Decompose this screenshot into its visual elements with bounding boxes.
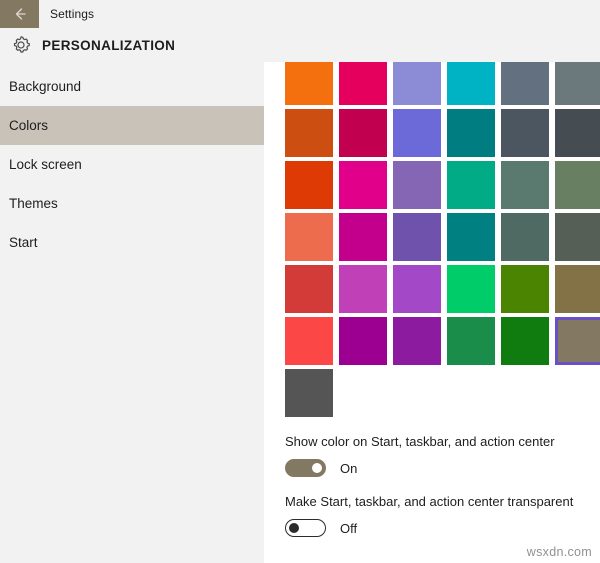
color-swatch[interactable]: [555, 161, 600, 209]
color-swatch[interactable]: [447, 213, 495, 261]
color-swatch[interactable]: [501, 161, 549, 209]
color-swatch[interactable]: [501, 109, 549, 157]
toggle-knob: [289, 523, 299, 533]
color-swatch[interactable]: [285, 109, 333, 157]
transparency-label: Make Start, taskbar, and action center t…: [285, 494, 574, 509]
color-swatch[interactable]: [393, 317, 441, 365]
show-color-toggle-row: On: [285, 459, 600, 477]
titlebar: Settings: [0, 0, 600, 28]
color-swatch[interactable]: [501, 62, 549, 105]
transparency-toggle-row: Off: [285, 519, 600, 537]
transparency-toggle-state: Off: [340, 520, 358, 536]
watermark: wsxdn.com: [526, 545, 592, 559]
color-swatch[interactable]: [339, 62, 387, 105]
back-arrow-icon: [15, 8, 26, 20]
color-swatch[interactable]: [285, 265, 333, 313]
sidebar: Background Colors Lock screen Themes Sta…: [0, 62, 264, 563]
sidebar-item-colors[interactable]: Colors: [0, 106, 264, 145]
color-swatch[interactable]: [285, 213, 333, 261]
color-swatch[interactable]: [339, 161, 387, 209]
show-color-toggle[interactable]: [285, 459, 326, 477]
back-button[interactable]: [0, 0, 39, 28]
color-swatch[interactable]: [555, 265, 600, 313]
color-swatch[interactable]: [285, 62, 333, 105]
content-pane: Show color on Start, taskbar, and action…: [264, 62, 600, 563]
sidebar-item-lock-screen[interactable]: Lock screen: [0, 145, 264, 184]
transparency-setting: Make Start, taskbar, and action center t…: [285, 494, 600, 537]
color-swatch[interactable]: [447, 317, 495, 365]
color-swatch[interactable]: [339, 317, 387, 365]
sidebar-item-background[interactable]: Background: [0, 67, 264, 106]
sidebar-item-start[interactable]: Start: [0, 223, 264, 262]
color-swatch[interactable]: [447, 265, 495, 313]
color-swatch[interactable]: [393, 109, 441, 157]
color-swatch[interactable]: [501, 213, 549, 261]
color-swatch[interactable]: [339, 109, 387, 157]
transparency-toggle[interactable]: [285, 519, 326, 537]
sidebar-item-label: Themes: [9, 196, 58, 211]
color-swatch[interactable]: [285, 161, 333, 209]
accent-color-grid[interactable]: [285, 62, 600, 417]
show-color-toggle-state: On: [340, 460, 358, 476]
color-swatch[interactable]: [285, 317, 333, 365]
color-swatch[interactable]: [447, 62, 495, 105]
page-title: PERSONALIZATION: [42, 37, 176, 53]
color-swatch[interactable]: [393, 161, 441, 209]
color-swatch[interactable]: [285, 369, 333, 417]
sidebar-item-label: Lock screen: [9, 157, 82, 172]
color-swatch[interactable]: [447, 109, 495, 157]
app-header: PERSONALIZATION: [0, 28, 600, 62]
sidebar-item-label: Background: [9, 79, 82, 94]
color-swatch[interactable]: [555, 62, 600, 105]
color-swatch[interactable]: [339, 213, 387, 261]
color-swatch[interactable]: [501, 317, 549, 365]
color-swatch[interactable]: [393, 265, 441, 313]
color-swatch[interactable]: [447, 161, 495, 209]
show-color-setting: Show color on Start, taskbar, and action…: [285, 434, 600, 477]
gear-icon: [13, 36, 30, 53]
color-swatch[interactable]: [393, 213, 441, 261]
sidebar-item-label: Colors: [9, 118, 49, 133]
settings-window: Settings PERSONALIZATION Background Colo…: [0, 0, 600, 563]
show-color-label: Show color on Start, taskbar, and action…: [285, 434, 555, 449]
sidebar-item-themes[interactable]: Themes: [0, 184, 264, 223]
color-swatch[interactable]: [555, 213, 600, 261]
color-swatch-selected[interactable]: [555, 317, 600, 365]
color-swatch[interactable]: [393, 62, 441, 105]
window-title: Settings: [50, 7, 95, 21]
toggle-knob: [312, 463, 322, 473]
color-swatch[interactable]: [555, 109, 600, 157]
sidebar-item-label: Start: [9, 235, 38, 250]
color-swatch[interactable]: [501, 265, 549, 313]
color-swatch[interactable]: [339, 265, 387, 313]
